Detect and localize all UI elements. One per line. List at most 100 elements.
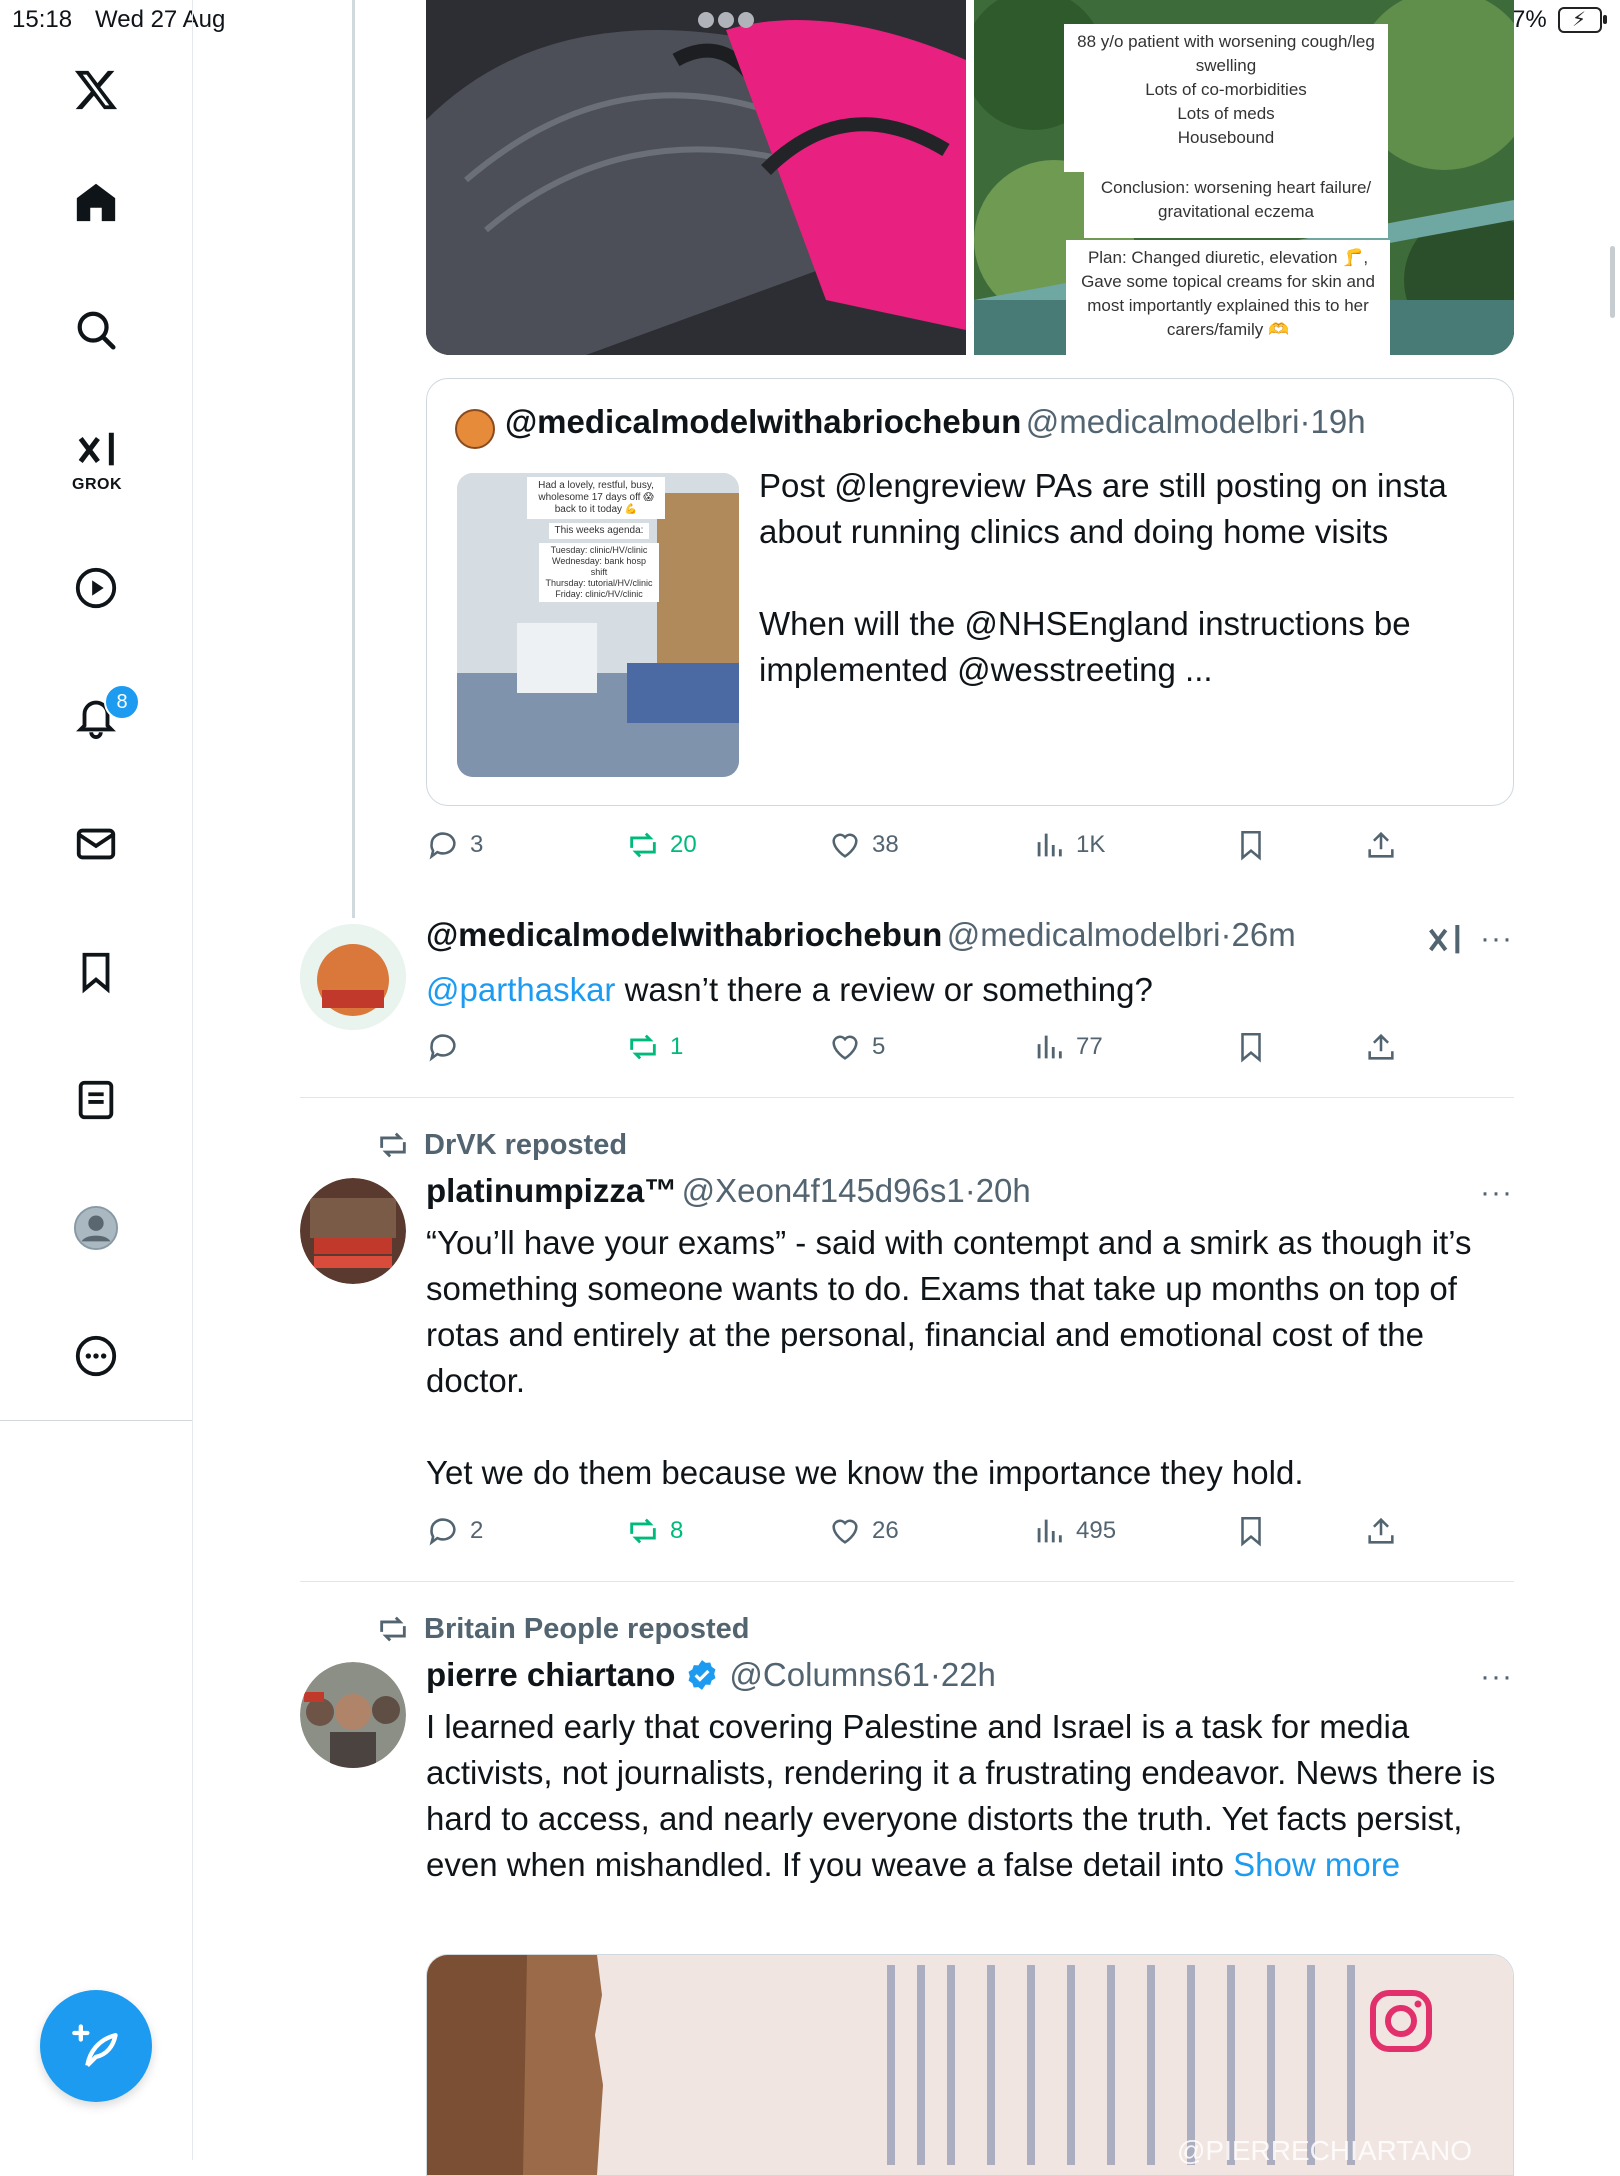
repost-context[interactable]: DrVK reposted bbox=[376, 1128, 627, 1162]
tweet3-author-avatar[interactable] bbox=[300, 1662, 406, 1768]
separator-dot: · bbox=[964, 1172, 976, 1209]
tweet2-author-name[interactable]: platinumpizza™ bbox=[426, 1172, 677, 1209]
image-note-2: Conclusion: worsening heart failure/ gra… bbox=[1084, 170, 1388, 238]
grok-icon[interactable] bbox=[66, 420, 126, 480]
repost-count: 1 bbox=[670, 1033, 684, 1060]
heart-icon bbox=[832, 1519, 858, 1544]
views-count: 77 bbox=[1076, 1033, 1103, 1060]
bookmark-icon bbox=[1241, 830, 1261, 861]
views-icon bbox=[1037, 833, 1062, 857]
reply-button[interactable]: 2 bbox=[426, 1514, 483, 1548]
thumb-note-2: This weeks agenda: bbox=[549, 523, 649, 539]
sidebar-divider bbox=[0, 1420, 192, 1421]
battery-icon: ⚡ bbox=[1558, 7, 1607, 33]
views-button[interactable]: 495 bbox=[1032, 1514, 1116, 1548]
bookmark-button[interactable] bbox=[1234, 828, 1278, 862]
heart-icon bbox=[832, 1035, 858, 1060]
reply-button[interactable]: 3 bbox=[426, 828, 483, 862]
bookmark-button[interactable] bbox=[1234, 1514, 1278, 1548]
repost-button[interactable]: 20 bbox=[626, 828, 697, 862]
views-count: 495 bbox=[1076, 1517, 1117, 1544]
repost-icon bbox=[380, 1616, 406, 1642]
like-count: 38 bbox=[872, 831, 899, 858]
separator-dot: · bbox=[929, 1656, 941, 1693]
share-button[interactable] bbox=[1364, 1514, 1408, 1548]
lists-icon[interactable] bbox=[66, 1070, 126, 1130]
heart-icon bbox=[832, 833, 858, 858]
more-options-icon[interactable]: ··· bbox=[1480, 1660, 1513, 1694]
repost-icon bbox=[380, 1132, 406, 1158]
repost-by-label: DrVK reposted bbox=[424, 1128, 628, 1161]
tweet2-author-avatar[interactable] bbox=[300, 1178, 406, 1284]
like-button[interactable]: 26 bbox=[828, 1514, 899, 1548]
scrollbar-thumb[interactable] bbox=[1610, 246, 1615, 318]
more-options-icon[interactable]: ··· bbox=[1480, 1176, 1513, 1210]
tweet2-text-1: “You’ll have your exams” - said with con… bbox=[426, 1224, 1472, 1399]
quote-author-handle: @medicalmodelbri bbox=[1025, 403, 1300, 440]
quote-author-name: @medicalmodelwithabriochebun bbox=[505, 403, 1022, 440]
grok-explain-icon[interactable] bbox=[1424, 920, 1464, 960]
tweet3-author-handle: @Columns61 bbox=[729, 1656, 930, 1693]
video-icon[interactable] bbox=[66, 558, 126, 618]
reply-button[interactable] bbox=[426, 1030, 470, 1064]
notifications-badge: 8 bbox=[104, 684, 140, 720]
like-button[interactable]: 5 bbox=[828, 1030, 885, 1064]
repost-button[interactable]: 1 bbox=[626, 1030, 683, 1064]
views-count: 1K bbox=[1076, 831, 1106, 858]
quote-avatar bbox=[455, 409, 495, 449]
bookmark-icon[interactable] bbox=[66, 942, 126, 1002]
tweet-image-bags[interactable] bbox=[426, 0, 966, 355]
verified-badge-icon bbox=[688, 1660, 716, 1690]
reply-count: 2 bbox=[470, 1517, 484, 1544]
separator-dot: · bbox=[1220, 916, 1232, 953]
tweet3-timestamp: 22h bbox=[940, 1656, 996, 1693]
tweet-divider bbox=[300, 1097, 1514, 1098]
tweet3-author-name[interactable]: pierre chiartano bbox=[426, 1656, 675, 1694]
quote-thumbnail[interactable]: Had a lovely, restful, busy, wholesome 1… bbox=[457, 473, 739, 777]
repost-button[interactable]: 8 bbox=[626, 1514, 683, 1548]
share-button[interactable] bbox=[1364, 828, 1408, 862]
more-options-icon[interactable]: ··· bbox=[1480, 922, 1513, 956]
reply-icon bbox=[429, 832, 456, 860]
quote-timestamp: 19h bbox=[1310, 403, 1366, 440]
share-icon bbox=[1368, 1517, 1394, 1544]
grok-label: GROK bbox=[72, 476, 122, 493]
compose-post-button[interactable] bbox=[40, 1990, 152, 2102]
views-button[interactable]: 77 bbox=[1032, 1030, 1103, 1064]
tweet2-text-2: Yet we do them because we know the impor… bbox=[426, 1454, 1304, 1491]
reply-author-avatar[interactable] bbox=[300, 924, 406, 1030]
like-button[interactable]: 38 bbox=[828, 828, 899, 862]
tweet2-author-handle: @Xeon4f145d96s1 bbox=[681, 1172, 965, 1209]
x-logo-icon[interactable] bbox=[66, 60, 126, 120]
views-button[interactable]: 1K bbox=[1032, 828, 1105, 862]
quote-text-2: When will the @NHSEngland instructions b… bbox=[759, 605, 1411, 688]
repost-icon bbox=[630, 832, 656, 858]
reply-mention-link[interactable]: @parthaskar bbox=[426, 971, 615, 1008]
image-note-3: Plan: Changed diuretic, elevation 🦵, Gav… bbox=[1066, 240, 1390, 355]
like-count: 26 bbox=[872, 1517, 899, 1544]
repost-icon bbox=[630, 1034, 656, 1060]
tweet-image-notes[interactable]: 88 y/o patient with worsening cough/leg … bbox=[974, 0, 1514, 355]
repost-count: 8 bbox=[670, 1517, 684, 1544]
image-note-1: 88 y/o patient with worsening cough/leg … bbox=[1064, 24, 1388, 172]
search-icon[interactable] bbox=[66, 300, 126, 360]
tweet3-media[interactable]: @PIERRECHIARTANO bbox=[426, 1954, 1514, 2176]
reply-author-handle: @medicalmodelbri bbox=[946, 916, 1221, 953]
thread-connector bbox=[352, 0, 355, 918]
quoted-tweet-card[interactable]: @medicalmodelwithabriochebun @medicalmod… bbox=[426, 378, 1514, 806]
more-icon[interactable] bbox=[66, 1326, 126, 1386]
like-count: 5 bbox=[872, 1033, 886, 1060]
share-button[interactable] bbox=[1364, 1030, 1408, 1064]
home-icon[interactable] bbox=[66, 172, 126, 232]
show-more-link[interactable]: Show more bbox=[1233, 1846, 1400, 1883]
tweet2-timestamp: 20h bbox=[975, 1172, 1031, 1209]
bookmark-button[interactable] bbox=[1234, 1030, 1278, 1064]
share-icon bbox=[1368, 1033, 1394, 1060]
mail-icon[interactable] bbox=[66, 814, 126, 874]
repost-context[interactable]: Britain People reposted bbox=[376, 1612, 750, 1646]
separator-dot: · bbox=[1299, 403, 1311, 440]
profile-avatar-icon[interactable] bbox=[66, 1198, 126, 1258]
views-icon bbox=[1037, 1519, 1062, 1543]
reply-author-name[interactable]: @medicalmodelwithabriochebun bbox=[426, 916, 942, 953]
reply-icon bbox=[429, 1518, 456, 1546]
